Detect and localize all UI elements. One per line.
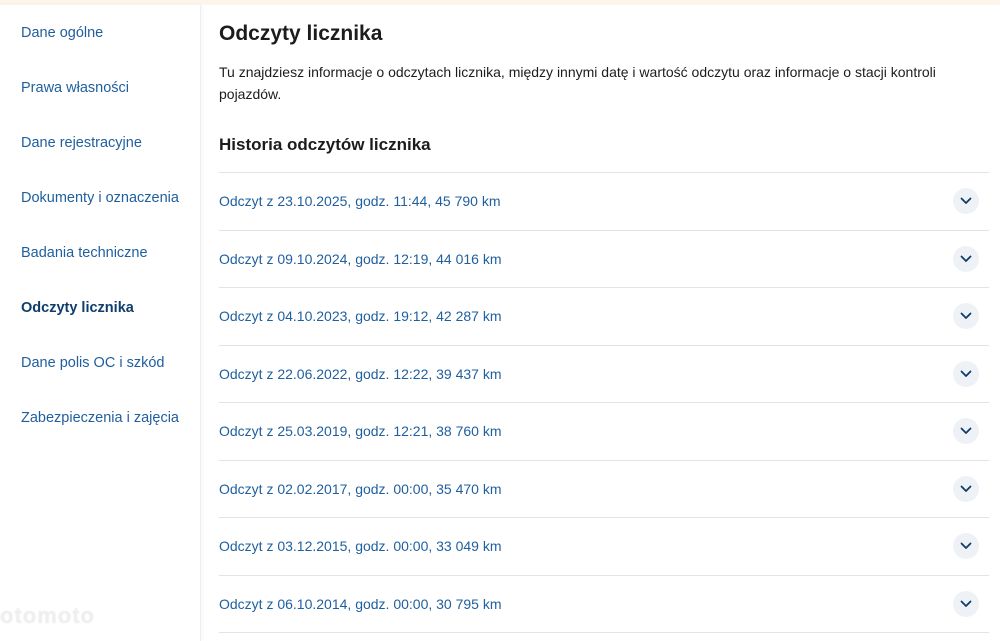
reading-row[interactable]: Odczyt z 02.02.2017, godz. 00:00, 35 470… [219,461,989,518]
page-description: Tu znajdziesz informacje o odczytach lic… [219,64,936,102]
reading-row[interactable]: Odczyt z 23.10.2025, godz. 11:44, 45 790… [219,173,989,231]
reading-row[interactable]: Odczyt z 22.06.2022, godz. 12:22, 39 437… [219,346,989,403]
sidebar-item-dane-polis-oc[interactable]: Dane polis OC i szkód [21,355,164,371]
reading-label[interactable]: Odczyt z 09.10.2024, godz. 12:19, 44 016… [219,251,502,267]
reading-row[interactable]: Odczyt z 03.12.2015, godz. 00:00, 33 049… [219,518,989,576]
expand-button[interactable] [953,188,979,215]
chevron-down-icon [960,542,972,550]
readings-accordion: Odczyt z 23.10.2025, godz. 11:44, 45 790… [219,172,989,633]
sidebar-item-badania-techniczne[interactable]: Badania techniczne [21,245,148,261]
reading-label[interactable]: Odczyt z 22.06.2022, godz. 12:22, 39 437… [219,366,502,382]
sidebar-item-dane-ogolne[interactable]: Dane ogólne [21,25,103,41]
expand-button[interactable] [953,245,979,272]
reading-label[interactable]: Odczyt z 25.03.2019, godz. 12:21, 38 760… [219,423,502,439]
reading-label[interactable]: Odczyt z 03.12.2015, godz. 00:00, 33 049… [219,538,502,554]
chevron-down-icon [960,312,972,320]
chevron-down-icon [960,197,972,205]
expand-button[interactable] [953,303,979,330]
chevron-down-icon [960,600,972,607]
expand-button[interactable] [953,533,979,560]
reading-row[interactable]: Odczyt z 09.10.2024, godz. 12:19, 44 016… [219,231,989,288]
chevron-down-icon [960,485,972,492]
chevron-down-icon [960,370,972,377]
reading-row[interactable]: Odczyt z 06.10.2014, godz. 00:00, 30 795… [219,576,989,633]
expand-button[interactable] [953,475,979,502]
sidebar-item-dokumenty-i-oznaczenia[interactable]: Dokumenty i oznaczenia [21,190,179,206]
sidebar-nav: Dane ogólne Prawa własności Dane rejestr… [0,5,201,641]
expand-button[interactable] [953,360,979,387]
section-title: Historia odczytów licznika [219,135,431,154]
expand-button[interactable] [953,590,979,617]
expand-button[interactable] [953,418,979,445]
sidebar-item-odczyty-licznika[interactable]: Odczyty licznika [21,300,134,316]
reading-label[interactable]: Odczyt z 06.10.2014, godz. 00:00, 30 795… [219,596,502,612]
page-title: Odczyty licznika [219,22,383,45]
reading-label[interactable]: Odczyt z 04.10.2023, godz. 19:12, 42 287… [219,308,502,324]
reading-row[interactable]: Odczyt z 04.10.2023, godz. 19:12, 42 287… [219,288,989,346]
sidebar-item-prawa-wlasnosci[interactable]: Prawa własności [21,80,129,96]
chevron-down-icon [960,427,972,435]
sidebar-item-zabezpieczenia-i-zajecia[interactable]: Zabezpieczenia i zajęcia [21,410,179,426]
reading-label[interactable]: Odczyt z 02.02.2017, godz. 00:00, 35 470… [219,481,502,497]
watermark-logo: otomoto [0,603,95,628]
chevron-down-icon [960,255,972,262]
reading-row[interactable]: Odczyt z 25.03.2019, godz. 12:21, 38 760… [219,403,989,461]
sidebar-item-dane-rejestracyjne[interactable]: Dane rejestracyjne [21,135,142,151]
reading-label[interactable]: Odczyt z 23.10.2025, godz. 11:44, 45 790… [219,193,500,209]
